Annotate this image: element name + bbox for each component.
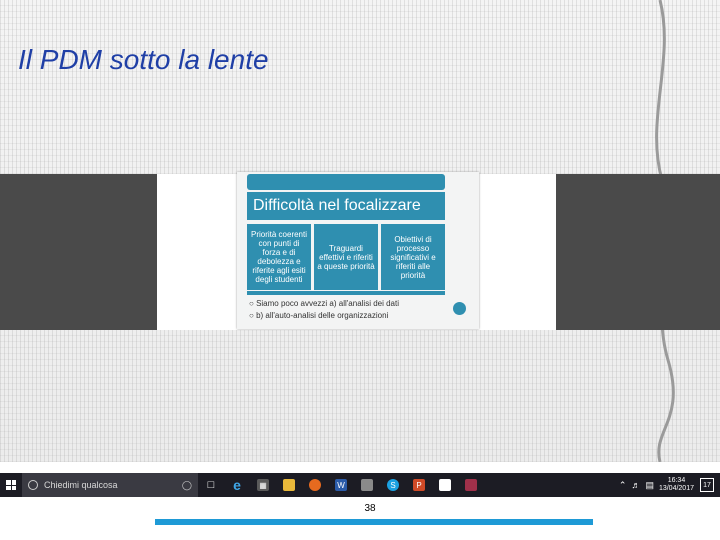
image-icon[interactable]: [354, 473, 380, 497]
footer-accent-bar: [155, 519, 593, 525]
slide-cell-priorities: Priorità coerenti con punti di forza e d…: [247, 224, 311, 290]
edge-icon[interactable]: e: [224, 473, 250, 497]
slide-bullet: ○ Siamo poco avvezzi a) all'analisi dei …: [249, 299, 399, 308]
network-icon[interactable]: ▤: [645, 480, 654, 491]
page-title: Il PDM sotto la lente: [18, 44, 269, 75]
media-icon[interactable]: [458, 473, 484, 497]
page-number: 38: [364, 503, 376, 514]
task-view-icon[interactable]: □: [198, 473, 224, 497]
taskbar-search[interactable]: Chiedimi qualcosa ◯: [22, 473, 198, 497]
volume-icon[interactable]: ♬: [631, 480, 640, 490]
clock-time: 16:34: [667, 477, 686, 484]
explorer-icon[interactable]: [276, 473, 302, 497]
slide-bullet-text: Siamo poco avvezzi a) all'analisi dei da…: [256, 299, 399, 308]
skype-icon[interactable]: S: [380, 473, 406, 497]
clock[interactable]: 16:34 13/04/2017: [659, 477, 694, 493]
cortana-icon: [28, 480, 38, 490]
slide-heading: Difficoltà nel focalizzare: [247, 192, 445, 220]
clock-date: 13/04/2017: [658, 485, 694, 492]
taskbar: Chiedimi qualcosa ◯ □ e ▦ W S P ⌃ ♬ ▤ 16…: [0, 473, 720, 497]
slide-bullet-text: b) all'auto-analisi delle organizzazioni: [256, 311, 389, 320]
search-placeholder: Chiedimi qualcosa: [44, 480, 118, 490]
slide-cell-objectives: Obiettivi di processo significativi e ri…: [381, 224, 445, 290]
system-tray: ⌃ ♬ ▤ 16:34 13/04/2017 17: [619, 477, 720, 493]
store-icon[interactable]: ▦: [250, 473, 276, 497]
microphone-icon: ◯: [181, 479, 192, 490]
notification-icon[interactable]: 17: [700, 478, 714, 492]
video-side-panel-left: [0, 174, 157, 330]
start-icon: [6, 480, 16, 490]
slide-cells: Priorità coerenti con punti di forza e d…: [247, 224, 445, 290]
firefox-icon[interactable]: [302, 473, 328, 497]
slide-bottom-bar: [247, 291, 445, 295]
chevron-up-icon[interactable]: ⌃: [619, 480, 627, 491]
word-icon[interactable]: W: [328, 473, 354, 497]
powerpoint-icon[interactable]: P: [406, 473, 432, 497]
slide-top-bar: [247, 174, 445, 190]
slide-cell-goals: Traguardi effettivi e riferiti a queste …: [314, 224, 378, 290]
notification-count: 17: [703, 481, 711, 489]
slide-bullet: ○ b) all'auto-analisi delle organizzazio…: [249, 311, 389, 320]
slide-dot: [453, 302, 466, 315]
photos-icon[interactable]: [432, 473, 458, 497]
video-side-panel-right: [556, 174, 720, 330]
start-button[interactable]: [0, 473, 22, 497]
embedded-slide: Difficoltà nel focalizzare Priorità coer…: [237, 172, 479, 329]
